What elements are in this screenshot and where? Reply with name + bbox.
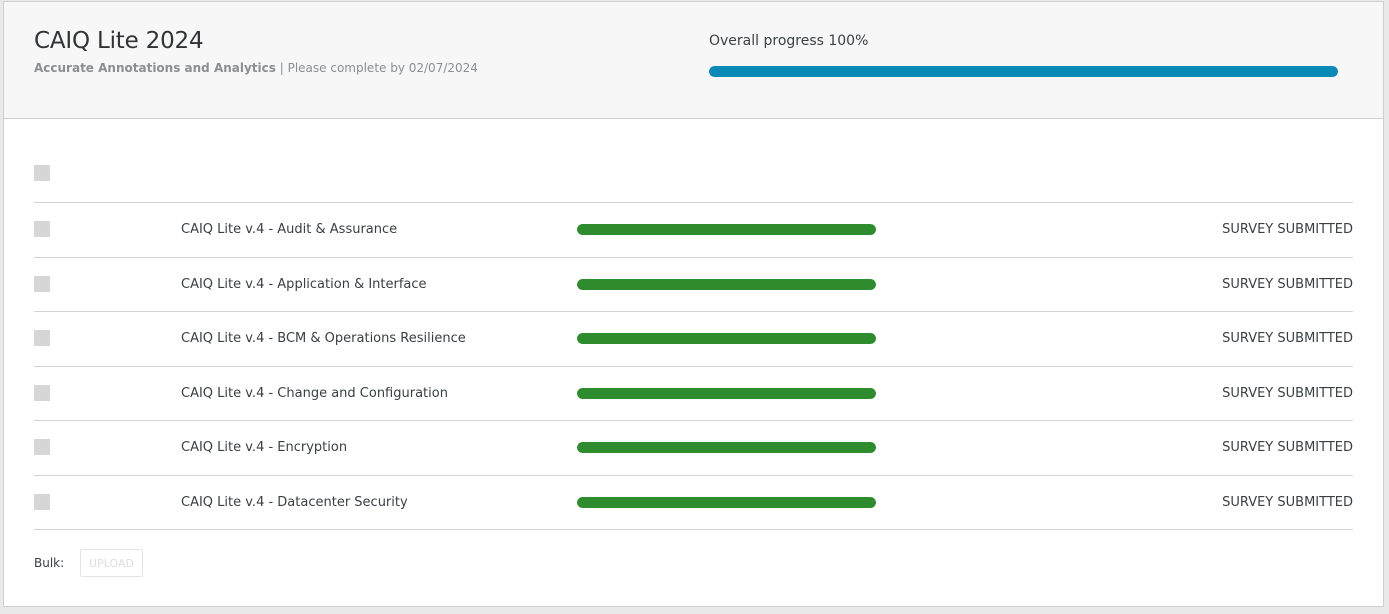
survey-progress-fill	[577, 497, 876, 508]
survey-name-link[interactable]: CAIQ Lite v.4 - Application & Interface	[181, 277, 427, 292]
survey-header: CAIQ Lite 2024 Accurate Annotations and …	[4, 2, 1383, 119]
survey-card: CAIQ Lite 2024 Accurate Annotations and …	[3, 1, 1384, 607]
page-title: CAIQ Lite 2024	[34, 28, 204, 54]
survey-status: SURVEY SUBMITTED	[1222, 331, 1353, 346]
due-date-text: Please complete by 02/07/2024	[287, 61, 478, 75]
survey-progress-bar	[577, 442, 876, 453]
survey-name-link[interactable]: CAIQ Lite v.4 - Change and Configuration	[181, 386, 448, 401]
subtitle: Accurate Annotations and Analytics | Ple…	[34, 61, 478, 75]
survey-progress-fill	[577, 333, 876, 344]
survey-progress-fill	[577, 224, 876, 235]
upload-button[interactable]: UPLOAD	[80, 549, 143, 577]
survey-progress-bar	[577, 497, 876, 508]
survey-progress-bar	[577, 279, 876, 290]
survey-row: CAIQ Lite v.4 - Audit & Assurance SURVEY …	[34, 202, 1353, 256]
survey-progress-bar	[577, 333, 876, 344]
survey-name-link[interactable]: CAIQ Lite v.4 - Audit & Assurance	[181, 222, 397, 237]
survey-progress-fill	[577, 279, 876, 290]
survey-row-checkbox[interactable]	[34, 385, 50, 401]
survey-name-link[interactable]: CAIQ Lite v.4 - BCM & Operations Resilie…	[181, 331, 466, 346]
survey-status: SURVEY SUBMITTED	[1222, 495, 1353, 510]
survey-name-link[interactable]: CAIQ Lite v.4 - Encryption	[181, 440, 347, 455]
survey-row-checkbox[interactable]	[34, 494, 50, 510]
survey-progress-fill	[577, 388, 876, 399]
survey-row: CAIQ Lite v.4 - BCM & Operations Resilie…	[34, 311, 1353, 365]
survey-row-checkbox[interactable]	[34, 439, 50, 455]
survey-row: CAIQ Lite v.4 - Application & Interface S…	[34, 257, 1353, 311]
survey-row-checkbox[interactable]	[34, 221, 50, 237]
survey-status: SURVEY SUBMITTED	[1222, 386, 1353, 401]
survey-row: CAIQ Lite v.4 - Change and Configuration…	[34, 366, 1353, 420]
survey-status: SURVEY SUBMITTED	[1222, 277, 1353, 292]
survey-progress-fill	[577, 442, 876, 453]
survey-status: SURVEY SUBMITTED	[1222, 440, 1353, 455]
survey-row: CAIQ Lite v.4 - Encryption SURVEY SUBMITT…	[34, 420, 1353, 474]
survey-status: SURVEY SUBMITTED	[1222, 222, 1353, 237]
survey-progress-bar	[577, 224, 876, 235]
overall-progress-label: Overall progress 100%	[709, 33, 869, 49]
survey-progress-bar	[577, 388, 876, 399]
overall-progress-fill	[709, 66, 1338, 77]
bulk-label: Bulk:	[34, 556, 65, 570]
survey-row: CAIQ Lite v.4 - Datacenter Security SURVE…	[34, 475, 1353, 529]
organization-name: Accurate Annotations and Analytics	[34, 61, 276, 75]
select-all-checkbox[interactable]	[34, 165, 50, 181]
subtitle-separator: |	[275, 61, 288, 75]
survey-row-checkbox[interactable]	[34, 276, 50, 292]
list-divider	[34, 529, 1353, 530]
survey-row-checkbox[interactable]	[34, 330, 50, 346]
overall-progress-bar	[709, 66, 1338, 77]
survey-name-link[interactable]: CAIQ Lite v.4 - Datacenter Security	[181, 495, 408, 510]
